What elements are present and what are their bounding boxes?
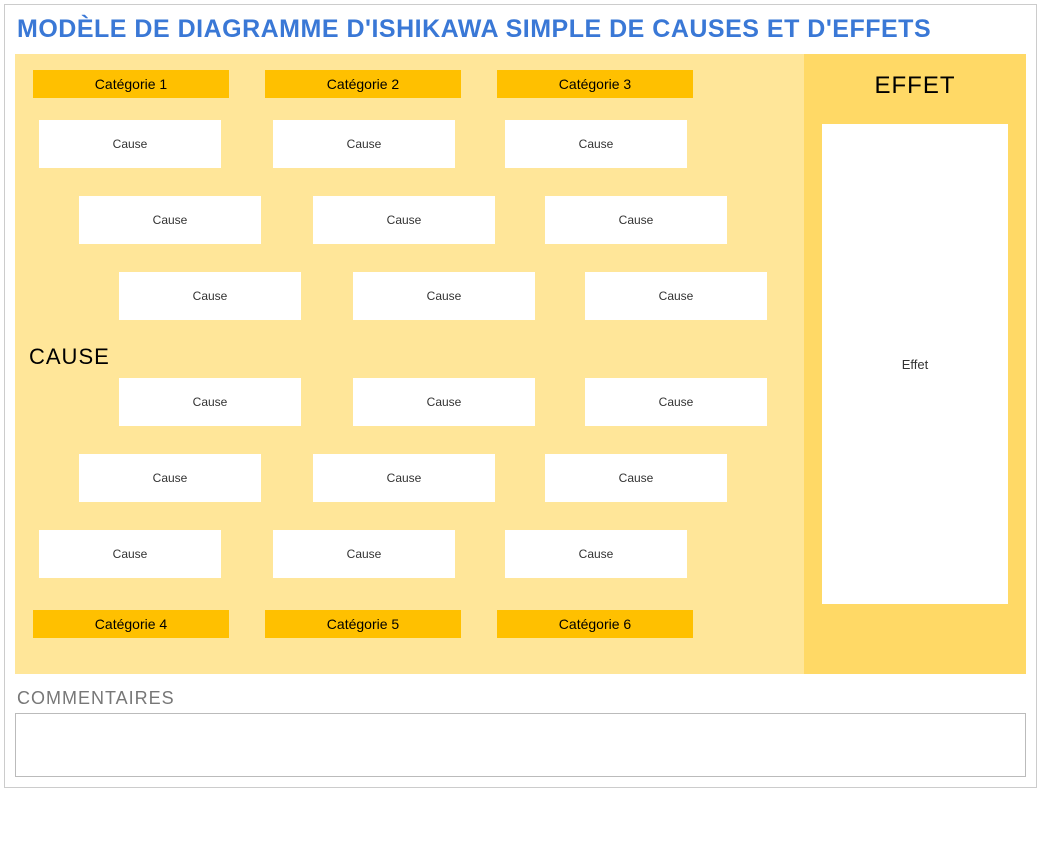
cause-box[interactable]: Cause bbox=[353, 378, 535, 426]
cause-box[interactable]: Cause bbox=[505, 530, 687, 578]
comments-label: COMMENTAIRES bbox=[17, 688, 1026, 709]
document-frame: MODÈLE DE DIAGRAMME D'ISHIKAWA SIMPLE DE… bbox=[4, 4, 1037, 788]
cause-box[interactable]: Cause bbox=[545, 196, 727, 244]
category-top-2[interactable]: Catégorie 2 bbox=[265, 70, 461, 98]
cause-box[interactable]: Cause bbox=[119, 378, 301, 426]
cause-box[interactable]: Cause bbox=[353, 272, 535, 320]
cause-box[interactable]: Cause bbox=[545, 454, 727, 502]
cause-box[interactable]: Cause bbox=[79, 196, 261, 244]
comments-input[interactable] bbox=[15, 713, 1026, 777]
cause-area: Catégorie 1 Catégorie 2 Catégorie 3 Caus… bbox=[15, 54, 804, 674]
page-title: MODÈLE DE DIAGRAMME D'ISHIKAWA SIMPLE DE… bbox=[15, 13, 1026, 54]
cause-box[interactable]: Cause bbox=[313, 196, 495, 244]
cause-box[interactable]: Cause bbox=[585, 272, 767, 320]
category-bottom-1[interactable]: Catégorie 4 bbox=[33, 610, 229, 638]
category-bottom-3[interactable]: Catégorie 6 bbox=[497, 610, 693, 638]
effect-panel: EFFET Effet bbox=[804, 54, 1026, 674]
cause-box[interactable]: Cause bbox=[313, 454, 495, 502]
cause-box[interactable]: Cause bbox=[39, 120, 221, 168]
effect-heading: EFFET bbox=[875, 72, 956, 100]
cause-heading: CAUSE bbox=[29, 344, 110, 370]
cause-box[interactable]: Cause bbox=[119, 272, 301, 320]
category-top-1[interactable]: Catégorie 1 bbox=[33, 70, 229, 98]
cause-box[interactable]: Cause bbox=[79, 454, 261, 502]
category-top-3[interactable]: Catégorie 3 bbox=[497, 70, 693, 98]
cause-box[interactable]: Cause bbox=[273, 120, 455, 168]
cause-box[interactable]: Cause bbox=[39, 530, 221, 578]
category-bottom-2[interactable]: Catégorie 5 bbox=[265, 610, 461, 638]
ishikawa-diagram: Catégorie 1 Catégorie 2 Catégorie 3 Caus… bbox=[15, 54, 1026, 674]
cause-box[interactable]: Cause bbox=[505, 120, 687, 168]
effect-box[interactable]: Effet bbox=[822, 124, 1008, 604]
cause-box[interactable]: Cause bbox=[585, 378, 767, 426]
cause-box[interactable]: Cause bbox=[273, 530, 455, 578]
